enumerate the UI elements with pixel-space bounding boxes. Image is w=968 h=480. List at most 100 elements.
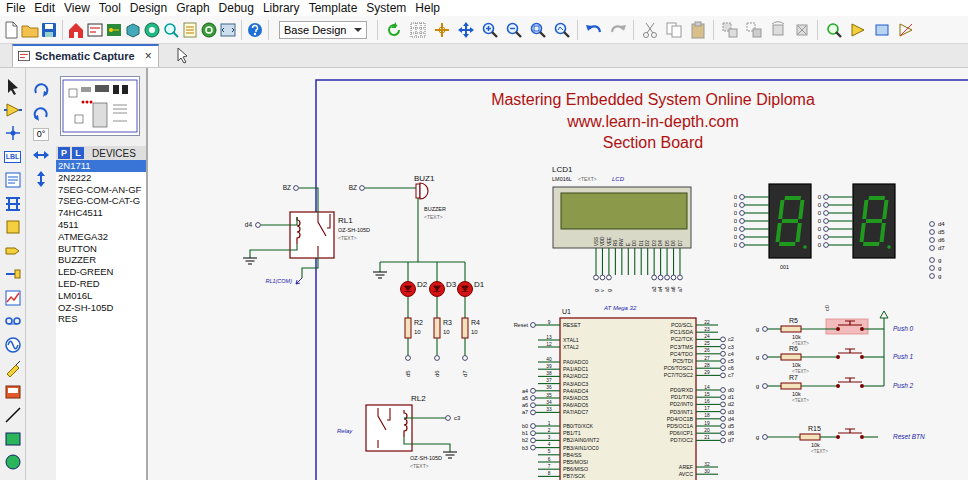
mirror-vertical-icon[interactable] [32, 169, 50, 189]
probe-icon[interactable] [4, 358, 22, 378]
device-item[interactable]: ATMEGA32 [56, 231, 146, 243]
device-item[interactable]: RES [56, 313, 146, 325]
menu-item[interactable]: View [61, 1, 96, 15]
menu-item[interactable]: Debug [216, 1, 260, 15]
cut-icon[interactable] [638, 20, 661, 40]
refresh-icon[interactable] [382, 20, 405, 40]
zoom-in-icon[interactable] [478, 20, 501, 40]
overview-window[interactable] [60, 76, 140, 136]
relay-rl1[interactable]: d4BZRL1(COM)RL1OZ-SH-105D<TEXT> [243, 184, 370, 284]
undo-icon[interactable] [582, 20, 605, 40]
tape-recorder-icon[interactable] [4, 311, 22, 331]
block-rotate-icon[interactable] [766, 20, 789, 40]
design-select[interactable]: Base Design [279, 21, 367, 39]
subcircuit-icon[interactable] [4, 217, 22, 237]
pcb-layout-icon[interactable] [105, 20, 123, 40]
led-group[interactable]: d5D2R210d6D3R310d7D1R410 [373, 262, 485, 377]
line-icon[interactable] [4, 405, 22, 425]
design-explorer-icon[interactable] [162, 20, 180, 40]
mirror-horizontal-icon[interactable] [32, 145, 50, 165]
device-item[interactable]: OZ-SH-105D [56, 302, 146, 314]
push-button[interactable]: gR510k<TEXT>Push 0 [756, 317, 914, 346]
terminal-icon[interactable] [4, 241, 22, 261]
zoom-area-icon[interactable] [550, 20, 573, 40]
decompose-icon[interactable] [894, 20, 917, 40]
schematic-tab[interactable]: Schematic Capture× [12, 44, 159, 67]
device-item[interactable]: LM016L [56, 290, 146, 302]
virtual-instrument-icon[interactable] [4, 382, 22, 402]
bill-of-materials-icon[interactable] [181, 20, 199, 40]
junction-dot-icon[interactable] [4, 123, 22, 143]
relay-rl2[interactable]: c3RL2RelayOZ-SH-105D<TEXT> [337, 394, 461, 469]
device-item[interactable]: LED-GREEN [56, 266, 146, 278]
pick-devices-button[interactable]: P [58, 147, 70, 159]
new-file-icon[interactable] [2, 20, 20, 40]
push-button-group[interactable]: c0gR510k<TEXT>Push 0gR610k<TEXT>Push 1gR… [756, 305, 925, 454]
device-item[interactable]: BUTTON [56, 243, 146, 255]
help-icon[interactable] [246, 20, 264, 40]
generator-icon[interactable] [4, 335, 22, 355]
device-item[interactable]: 7SEG-COM-CAT-G [56, 195, 146, 207]
push-button[interactable]: gR610k<TEXT>Push 1 [756, 345, 914, 374]
block-move-icon[interactable] [742, 20, 765, 40]
push-button[interactable]: gR710k<TEXT>Push 2 [756, 374, 914, 403]
device-item[interactable]: BUZZER [56, 254, 146, 266]
block-delete-icon[interactable] [790, 20, 813, 40]
bus-icon[interactable] [4, 194, 22, 214]
menu-item[interactable]: Edit [31, 1, 61, 15]
rotation-field[interactable]: 0° [33, 128, 50, 141]
block-copy-icon[interactable] [718, 20, 741, 40]
origin-icon[interactable] [430, 20, 453, 40]
device-item[interactable]: 4511 [56, 219, 146, 231]
device-item[interactable]: 7SEG-COM-AN-GF [56, 184, 146, 196]
device-item[interactable]: 2N1711 [56, 160, 146, 172]
schematic-icon[interactable] [86, 20, 104, 40]
component-mode-icon[interactable] [4, 100, 22, 120]
open-folder-icon[interactable] [21, 20, 39, 40]
text-script-icon[interactable] [4, 170, 22, 190]
pick-device-icon[interactable] [822, 20, 845, 40]
zoom-all-icon[interactable] [526, 20, 549, 40]
rotate-anticlockwise-icon[interactable] [32, 104, 50, 124]
circle-icon[interactable] [4, 452, 22, 472]
menu-item[interactable]: Library [260, 1, 306, 15]
packaging-icon[interactable] [870, 20, 893, 40]
gerber-icon[interactable] [143, 20, 161, 40]
new-tab-icon[interactable] [173, 45, 191, 65]
wire-label-tool[interactable]: LBL [4, 147, 22, 167]
grid-icon[interactable] [406, 20, 429, 40]
selection-mode-icon[interactable] [4, 76, 22, 96]
seven-segment-group[interactable]: 00000000000000001d4d5d6d7ggg [734, 184, 946, 279]
source-code-icon[interactable] [219, 20, 237, 40]
schematic-sheet[interactable]: Mastering Embedded System Online Diploma… [148, 68, 968, 480]
device-item[interactable]: LED-RED [56, 278, 146, 290]
graph-icon[interactable] [4, 288, 22, 308]
home-icon[interactable] [67, 20, 85, 40]
menu-item[interactable]: Graph [173, 1, 215, 15]
schematic-canvas[interactable]: Mastering Embedded System Online Diploma… [148, 68, 968, 480]
menu-item[interactable]: Design [127, 1, 173, 15]
tab-close-button[interactable]: × [145, 49, 152, 63]
device-item[interactable]: 2N2222 [56, 172, 146, 184]
menu-item[interactable]: Help [412, 1, 446, 15]
title-block[interactable]: Mastering Embedded System Online Diploma… [491, 91, 815, 151]
3d-viewer-icon[interactable] [124, 20, 142, 40]
paste-icon[interactable] [686, 20, 709, 40]
menu-item[interactable]: Tool [96, 1, 127, 15]
lcd-lcd1[interactable]: LCD1LM016L<TEXT>LCDVSSgVDDvVEEgRSRWED0D1… [552, 165, 691, 292]
device-item[interactable]: 74HC4511 [56, 207, 146, 219]
make-device-icon[interactable] [846, 20, 869, 40]
zoom-out-icon[interactable] [502, 20, 525, 40]
save-icon[interactable] [40, 20, 58, 40]
menu-item[interactable]: System [363, 1, 412, 15]
pan-icon[interactable] [454, 20, 477, 40]
arc-icon[interactable] [4, 476, 22, 480]
rotate-clockwise-icon[interactable] [32, 80, 50, 100]
cost-icon[interactable] [200, 20, 218, 40]
box-icon[interactable] [4, 429, 22, 449]
menu-item[interactable]: Template [306, 1, 364, 15]
redo-icon[interactable] [606, 20, 629, 40]
library-manager-button[interactable]: L [72, 147, 84, 159]
copy-icon[interactable] [662, 20, 685, 40]
buzzer-buz1[interactable]: BZBUZ1BUZZER<TEXT> [349, 174, 446, 262]
